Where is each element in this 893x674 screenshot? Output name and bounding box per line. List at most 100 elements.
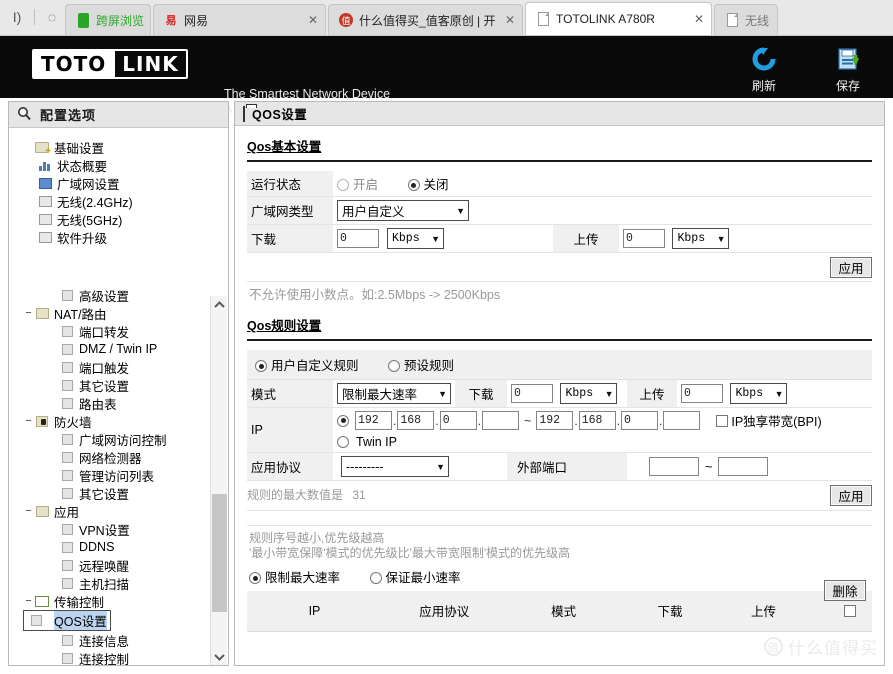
wan-type-select[interactable]: 用户自定义 ▼ bbox=[337, 200, 469, 221]
tree-expander[interactable]: − bbox=[23, 415, 34, 427]
radio-guarantee-min-rate[interactable] bbox=[369, 572, 382, 584]
sidebar-item-wireless-24[interactable]: 无线(2.4GHz) bbox=[23, 192, 228, 210]
radio-custom-rule[interactable] bbox=[255, 360, 267, 372]
sidebar-item-wireless-5[interactable]: 无线(5GHz) bbox=[23, 210, 228, 228]
browser-tab-smzdm[interactable]: 值 什么值得买_值客原创 | 开箱晒物 ✕ bbox=[328, 4, 524, 35]
save-button[interactable]: 保存 bbox=[819, 42, 877, 94]
refresh-button[interactable]: 刷新 bbox=[735, 42, 793, 94]
tab-close-button[interactable]: ✕ bbox=[504, 13, 516, 27]
sidebar-tree-top: 基础设置 状态概要 广域网设置 无线(2.4GHz) bbox=[9, 128, 228, 246]
rules-apply-button[interactable]: 应用 bbox=[830, 485, 872, 506]
sidebar-item-vpn-settings[interactable]: VPN设置 bbox=[23, 520, 228, 538]
sidebar-item-wan-settings[interactable]: 广域网设置 bbox=[23, 174, 228, 192]
tree-expander[interactable]: − bbox=[23, 595, 34, 607]
bpi-checkbox[interactable] bbox=[716, 414, 729, 427]
sidebar-item-firmware-upgrade[interactable]: 软件升级 bbox=[23, 228, 228, 246]
ext-port-start-input[interactable] bbox=[649, 457, 699, 476]
sidebar-item-port-forwarding[interactable]: 端口转发 bbox=[23, 322, 228, 340]
ip-start-octet-3[interactable] bbox=[439, 411, 477, 430]
sidebar-toggle-icon[interactable]: I) bbox=[8, 10, 26, 24]
tab-close-button[interactable]: ✕ bbox=[307, 13, 319, 27]
rule-upload-unit-select[interactable]: Kbps ▼ bbox=[730, 383, 788, 404]
sidebar-item-wan-access-control[interactable]: 广域网访问控制 bbox=[23, 430, 228, 448]
radio-twin-ip[interactable] bbox=[337, 436, 349, 448]
radio-limit-max-rate[interactable] bbox=[249, 572, 261, 584]
sidebar-item-connection-info[interactable]: 连接信息 bbox=[23, 631, 228, 649]
ip-end-octet-4[interactable] bbox=[663, 411, 701, 430]
watermark: 值 什么值得买 bbox=[764, 634, 878, 659]
custom-rule-option[interactable]: 用户自定义规则 bbox=[255, 359, 388, 373]
sidebar-item-admin-access-list[interactable]: 管理访问列表 bbox=[23, 466, 228, 484]
sidebar-item-wake-on-lan[interactable]: 远程唤醒 bbox=[23, 556, 228, 574]
browser-tab-wireless[interactable]: 无线 bbox=[714, 4, 779, 35]
sidebar-item-ddns[interactable]: DDNS bbox=[23, 538, 228, 556]
sidebar-item-firewall[interactable]: − 防火墙 bbox=[23, 412, 228, 430]
ip-end-octet-2[interactable] bbox=[578, 411, 616, 430]
twin-ip-row[interactable]: Twin IP bbox=[337, 435, 868, 449]
run-status-off-option[interactable]: 关闭 bbox=[407, 178, 475, 192]
download-label: 下载 bbox=[247, 224, 333, 253]
sidebar-item-transmission-control[interactable]: − 传输控制 bbox=[23, 592, 228, 610]
sidebar-item-nat-other-settings[interactable]: 其它设置 bbox=[23, 376, 228, 394]
run-status-on-option[interactable]: 开启 bbox=[337, 178, 408, 192]
cloud-icon[interactable]: ◌ bbox=[43, 10, 61, 24]
rule-download-input[interactable] bbox=[511, 384, 553, 403]
upgrade-icon bbox=[37, 230, 53, 244]
radio-ip-range[interactable] bbox=[337, 414, 349, 427]
scroll-down-arrow[interactable] bbox=[211, 648, 228, 665]
guarantee-min-rate-option[interactable]: 保证最小速率 bbox=[369, 571, 487, 585]
ip-end-octet-3[interactable] bbox=[621, 411, 659, 430]
basic-apply-button[interactable]: 应用 bbox=[830, 257, 872, 278]
delete-button[interactable]: 删除 bbox=[824, 580, 866, 601]
browser-tab-netease[interactable]: 易 网易 ✕ bbox=[153, 4, 327, 35]
preset-rule-option[interactable]: 预设规则 bbox=[388, 359, 480, 373]
sidebar-item-nat-routing[interactable]: − NAT/路由 bbox=[23, 304, 228, 322]
tree-expander[interactable]: − bbox=[23, 307, 34, 319]
tab-close-button[interactable]: ✕ bbox=[693, 12, 705, 26]
sidebar-item-port-trigger[interactable]: 端口触发 bbox=[23, 358, 228, 376]
rule-type-choice-bar: 用户自定义规则 预设规则 bbox=[247, 350, 872, 380]
download-input[interactable] bbox=[337, 229, 379, 248]
protocol-select[interactable]: --------- ▼ bbox=[341, 456, 449, 477]
sidebar-item-dmz-twin-ip[interactable]: DMZ / Twin IP bbox=[23, 340, 228, 358]
ip-start-octet-1[interactable] bbox=[355, 411, 392, 430]
ip-end-octet-1[interactable] bbox=[536, 411, 574, 430]
upload-unit-select[interactable]: Kbps ▼ bbox=[672, 228, 730, 249]
scroll-up-arrow[interactable] bbox=[211, 296, 227, 313]
sidebar-item-firewall-other-settings[interactable]: 其它设置 bbox=[23, 484, 228, 502]
browser-tab-kuaping[interactable]: 跨屏浏览 bbox=[65, 4, 152, 35]
sidebar-item-connection-control[interactable]: 连接控制 bbox=[23, 649, 228, 665]
scrollbar-thumb[interactable] bbox=[212, 494, 227, 612]
rule-mode-select[interactable]: 限制最大速率 ▼ bbox=[337, 383, 451, 404]
sidebar-scrollbar[interactable] bbox=[210, 296, 227, 665]
sidebar-item-basic-settings[interactable]: 基础设置 bbox=[23, 138, 228, 156]
protocol-value: --------- bbox=[346, 459, 384, 474]
sidebar-item-routing-table[interactable]: 路由表 bbox=[23, 394, 228, 412]
qos-rules-heading: Qos规则设置 bbox=[247, 319, 322, 333]
ext-port-end-input[interactable] bbox=[718, 457, 769, 476]
sidebar-title-bar: 配置选项 bbox=[9, 102, 228, 128]
upload-input[interactable] bbox=[623, 229, 665, 248]
sidebar-item-status-summary[interactable]: 状态概要 bbox=[23, 156, 228, 174]
table-header-row: IP 应用协议 模式 下载 上传 删除 bbox=[247, 580, 872, 632]
sidebar-item-host-scan[interactable]: 主机扫描 bbox=[23, 574, 228, 592]
browser-tab-totolink[interactable]: TOTOLINK A780R ✕ bbox=[525, 2, 713, 35]
delete-all-checkbox[interactable] bbox=[844, 605, 856, 617]
ip-start-octet-2[interactable] bbox=[397, 411, 435, 430]
sidebar-item-network-detector[interactable]: 网络检测器 bbox=[23, 448, 228, 466]
table-row: 下载 Kbps ▼ 上传 Kbps bbox=[247, 224, 872, 253]
sidebar-item-advanced-settings[interactable]: 高级设置 bbox=[23, 286, 228, 304]
radio-off[interactable] bbox=[407, 179, 420, 191]
rule-download-unit-select[interactable]: Kbps ▼ bbox=[560, 383, 618, 404]
sidebar-item-qos-settings[interactable]: QOS设置 bbox=[23, 610, 111, 631]
sidebar-item-applications[interactable]: − 应用 bbox=[23, 502, 228, 520]
download-unit-select[interactable]: Kbps ▼ bbox=[387, 228, 444, 249]
table-row: 广域网类型 用户自定义 ▼ bbox=[247, 196, 872, 225]
limit-max-rate-option[interactable]: 限制最大速率 bbox=[249, 571, 370, 585]
radio-preset-rule[interactable] bbox=[388, 360, 400, 372]
tree-expander[interactable]: − bbox=[23, 505, 34, 517]
rule-upload-input[interactable] bbox=[681, 384, 723, 403]
ip-start-octet-4[interactable] bbox=[482, 411, 520, 430]
radio-on[interactable] bbox=[337, 179, 349, 191]
tab-title: 跨屏浏览 bbox=[96, 13, 145, 28]
